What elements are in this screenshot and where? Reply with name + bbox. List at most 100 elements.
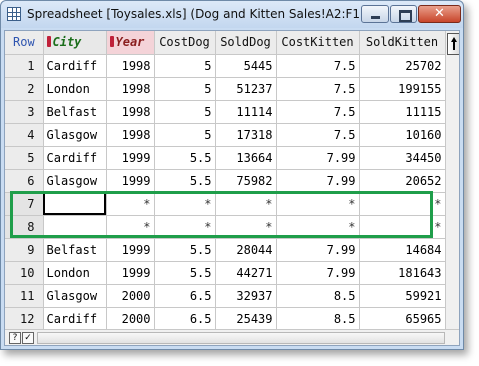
- column-header-costdog[interactable]: CostDog: [154, 31, 216, 55]
- title-bar[interactable]: Spreadsheet [Toysales.xls] (Dog and Kitt…: [1, 1, 463, 28]
- cell-year[interactable]: 1998: [106, 77, 155, 101]
- help-button[interactable]: ?: [9, 332, 21, 344]
- row-number[interactable]: 8: [5, 215, 44, 239]
- table-row[interactable]: 10 London 1999 5.5 44271 7.99 181643: [5, 261, 446, 285]
- cell-costdog[interactable]: 6.5: [154, 307, 216, 331]
- cell-costdog[interactable]: *: [154, 192, 216, 216]
- column-header-solddog[interactable]: SoldDog: [215, 31, 277, 55]
- cell-costkitten[interactable]: 7.5: [276, 123, 360, 147]
- cell-costdog[interactable]: 5: [154, 77, 216, 101]
- table-row[interactable]: 2 London 1998 5 51237 7.5 199155: [5, 77, 446, 101]
- cell-costkitten[interactable]: *: [276, 215, 360, 239]
- cell-costkitten[interactable]: 7.99: [276, 146, 360, 170]
- check-button[interactable]: ✓: [22, 332, 34, 344]
- row-number[interactable]: 10: [5, 261, 44, 285]
- cell-costdog[interactable]: 6.5: [154, 284, 216, 308]
- row-number[interactable]: 7: [5, 192, 44, 216]
- minimize-button[interactable]: [361, 5, 389, 23]
- row-number[interactable]: 5: [5, 146, 44, 170]
- close-button[interactable]: ✕: [418, 5, 461, 23]
- table-row[interactable]: 6 Glasgow 1999 5.5 75982 7.99 20652: [5, 169, 446, 193]
- cell-year[interactable]: 1998: [106, 100, 155, 124]
- cell-city[interactable]: Glasgow: [43, 169, 107, 193]
- cell-costdog[interactable]: 5: [154, 54, 216, 78]
- cell-soldkitten[interactable]: 199155: [359, 77, 446, 101]
- cell-year[interactable]: 1999: [106, 238, 155, 262]
- cell-city[interactable]: London: [43, 77, 107, 101]
- cell-year[interactable]: 1999: [106, 169, 155, 193]
- scroll-to-top-icon[interactable]: [447, 33, 459, 55]
- cell-city[interactable]: Belfast: [43, 238, 107, 262]
- cell-costkitten[interactable]: 7.5: [276, 77, 360, 101]
- cell-city[interactable]: Cardiff: [43, 54, 107, 78]
- cell-soldkitten[interactable]: *: [359, 215, 446, 239]
- cell-costdog[interactable]: 5.5: [154, 238, 216, 262]
- cell-costdog[interactable]: 5.5: [154, 146, 216, 170]
- cell-year[interactable]: 1999: [106, 261, 155, 285]
- cell-city[interactable]: [43, 215, 107, 239]
- row-number[interactable]: 6: [5, 169, 44, 193]
- column-header-year[interactable]: Year: [106, 31, 155, 55]
- table-row[interactable]: 1 Cardiff 1998 5 5445 7.5 25702: [5, 54, 446, 78]
- cell-year[interactable]: *: [106, 192, 155, 216]
- cell-city[interactable]: Cardiff: [43, 146, 107, 170]
- cell-costdog[interactable]: *: [154, 215, 216, 239]
- cell-soldkitten[interactable]: 25702: [359, 54, 446, 78]
- cell-costkitten[interactable]: 7.99: [276, 238, 360, 262]
- row-number[interactable]: 11: [5, 284, 44, 308]
- cell-solddog[interactable]: 44271: [215, 261, 277, 285]
- row-header-label[interactable]: Row: [5, 31, 44, 55]
- cell-soldkitten[interactable]: 14684: [359, 238, 446, 262]
- cell-year[interactable]: 2000: [106, 284, 155, 308]
- table-row[interactable]: 8 * * * * *: [5, 215, 446, 239]
- cell-city[interactable]: London: [43, 261, 107, 285]
- table-row[interactable]: 7 * * * * *: [5, 192, 446, 216]
- cell-solddog[interactable]: 32937: [215, 284, 277, 308]
- table-row[interactable]: 11 Glasgow 2000 6.5 32937 8.5 59921: [5, 284, 446, 308]
- cell-costdog[interactable]: 5: [154, 123, 216, 147]
- table-row[interactable]: 12 Cardiff 2000 6.5 25439 8.5 65965: [5, 307, 446, 331]
- cell-soldkitten[interactable]: 181643: [359, 261, 446, 285]
- cell-costdog[interactable]: 5.5: [154, 169, 216, 193]
- maximize-button[interactable]: [390, 5, 417, 23]
- vertical-scrollbar[interactable]: [445, 31, 459, 329]
- cell-year[interactable]: 1999: [106, 146, 155, 170]
- table-row[interactable]: 9 Belfast 1999 5.5 28044 7.99 14684: [5, 238, 446, 262]
- cell-solddog[interactable]: 13664: [215, 146, 277, 170]
- cell-soldkitten[interactable]: 11115: [359, 100, 446, 124]
- cell-city[interactable]: Cardiff: [43, 307, 107, 331]
- cell-soldkitten[interactable]: 34450: [359, 146, 446, 170]
- row-number[interactable]: 1: [5, 54, 44, 78]
- cell-costkitten[interactable]: 7.99: [276, 261, 360, 285]
- column-header-costkitten[interactable]: CostKitten: [276, 31, 360, 55]
- table-row[interactable]: 4 Glasgow 1998 5 17318 7.5 10160: [5, 123, 446, 147]
- cell-solddog[interactable]: 75982: [215, 169, 277, 193]
- column-header-soldkitten[interactable]: SoldKitten: [359, 31, 446, 55]
- cell-costdog[interactable]: 5: [154, 100, 216, 124]
- horizontal-scrollbar[interactable]: [37, 332, 445, 344]
- table-row[interactable]: 3 Belfast 1998 5 11114 7.5 11115: [5, 100, 446, 124]
- table-row[interactable]: 5 Cardiff 1999 5.5 13664 7.99 34450: [5, 146, 446, 170]
- cell-solddog[interactable]: *: [215, 192, 277, 216]
- row-number[interactable]: 2: [5, 77, 44, 101]
- cell-costkitten[interactable]: 8.5: [276, 307, 360, 331]
- cell-costkitten[interactable]: *: [276, 192, 360, 216]
- cell-solddog[interactable]: 5445: [215, 54, 277, 78]
- cell-costkitten[interactable]: 7.5: [276, 100, 360, 124]
- cell-year[interactable]: 1998: [106, 54, 155, 78]
- row-number[interactable]: 9: [5, 238, 44, 262]
- cell-year[interactable]: *: [106, 215, 155, 239]
- cell-costdog[interactable]: 5.5: [154, 261, 216, 285]
- cell-costkitten[interactable]: 7.5: [276, 54, 360, 78]
- cell-solddog[interactable]: 51237: [215, 77, 277, 101]
- column-header-city[interactable]: City: [43, 31, 107, 55]
- cell-solddog[interactable]: *: [215, 215, 277, 239]
- cell-solddog[interactable]: 11114: [215, 100, 277, 124]
- cell-soldkitten[interactable]: 10160: [359, 123, 446, 147]
- cell-city[interactable]: Glasgow: [43, 123, 107, 147]
- cell-solddog[interactable]: 28044: [215, 238, 277, 262]
- row-number[interactable]: 12: [5, 307, 44, 331]
- cell-costkitten[interactable]: 7.99: [276, 169, 360, 193]
- cell-year[interactable]: 2000: [106, 307, 155, 331]
- cell-soldkitten[interactable]: 65965: [359, 307, 446, 331]
